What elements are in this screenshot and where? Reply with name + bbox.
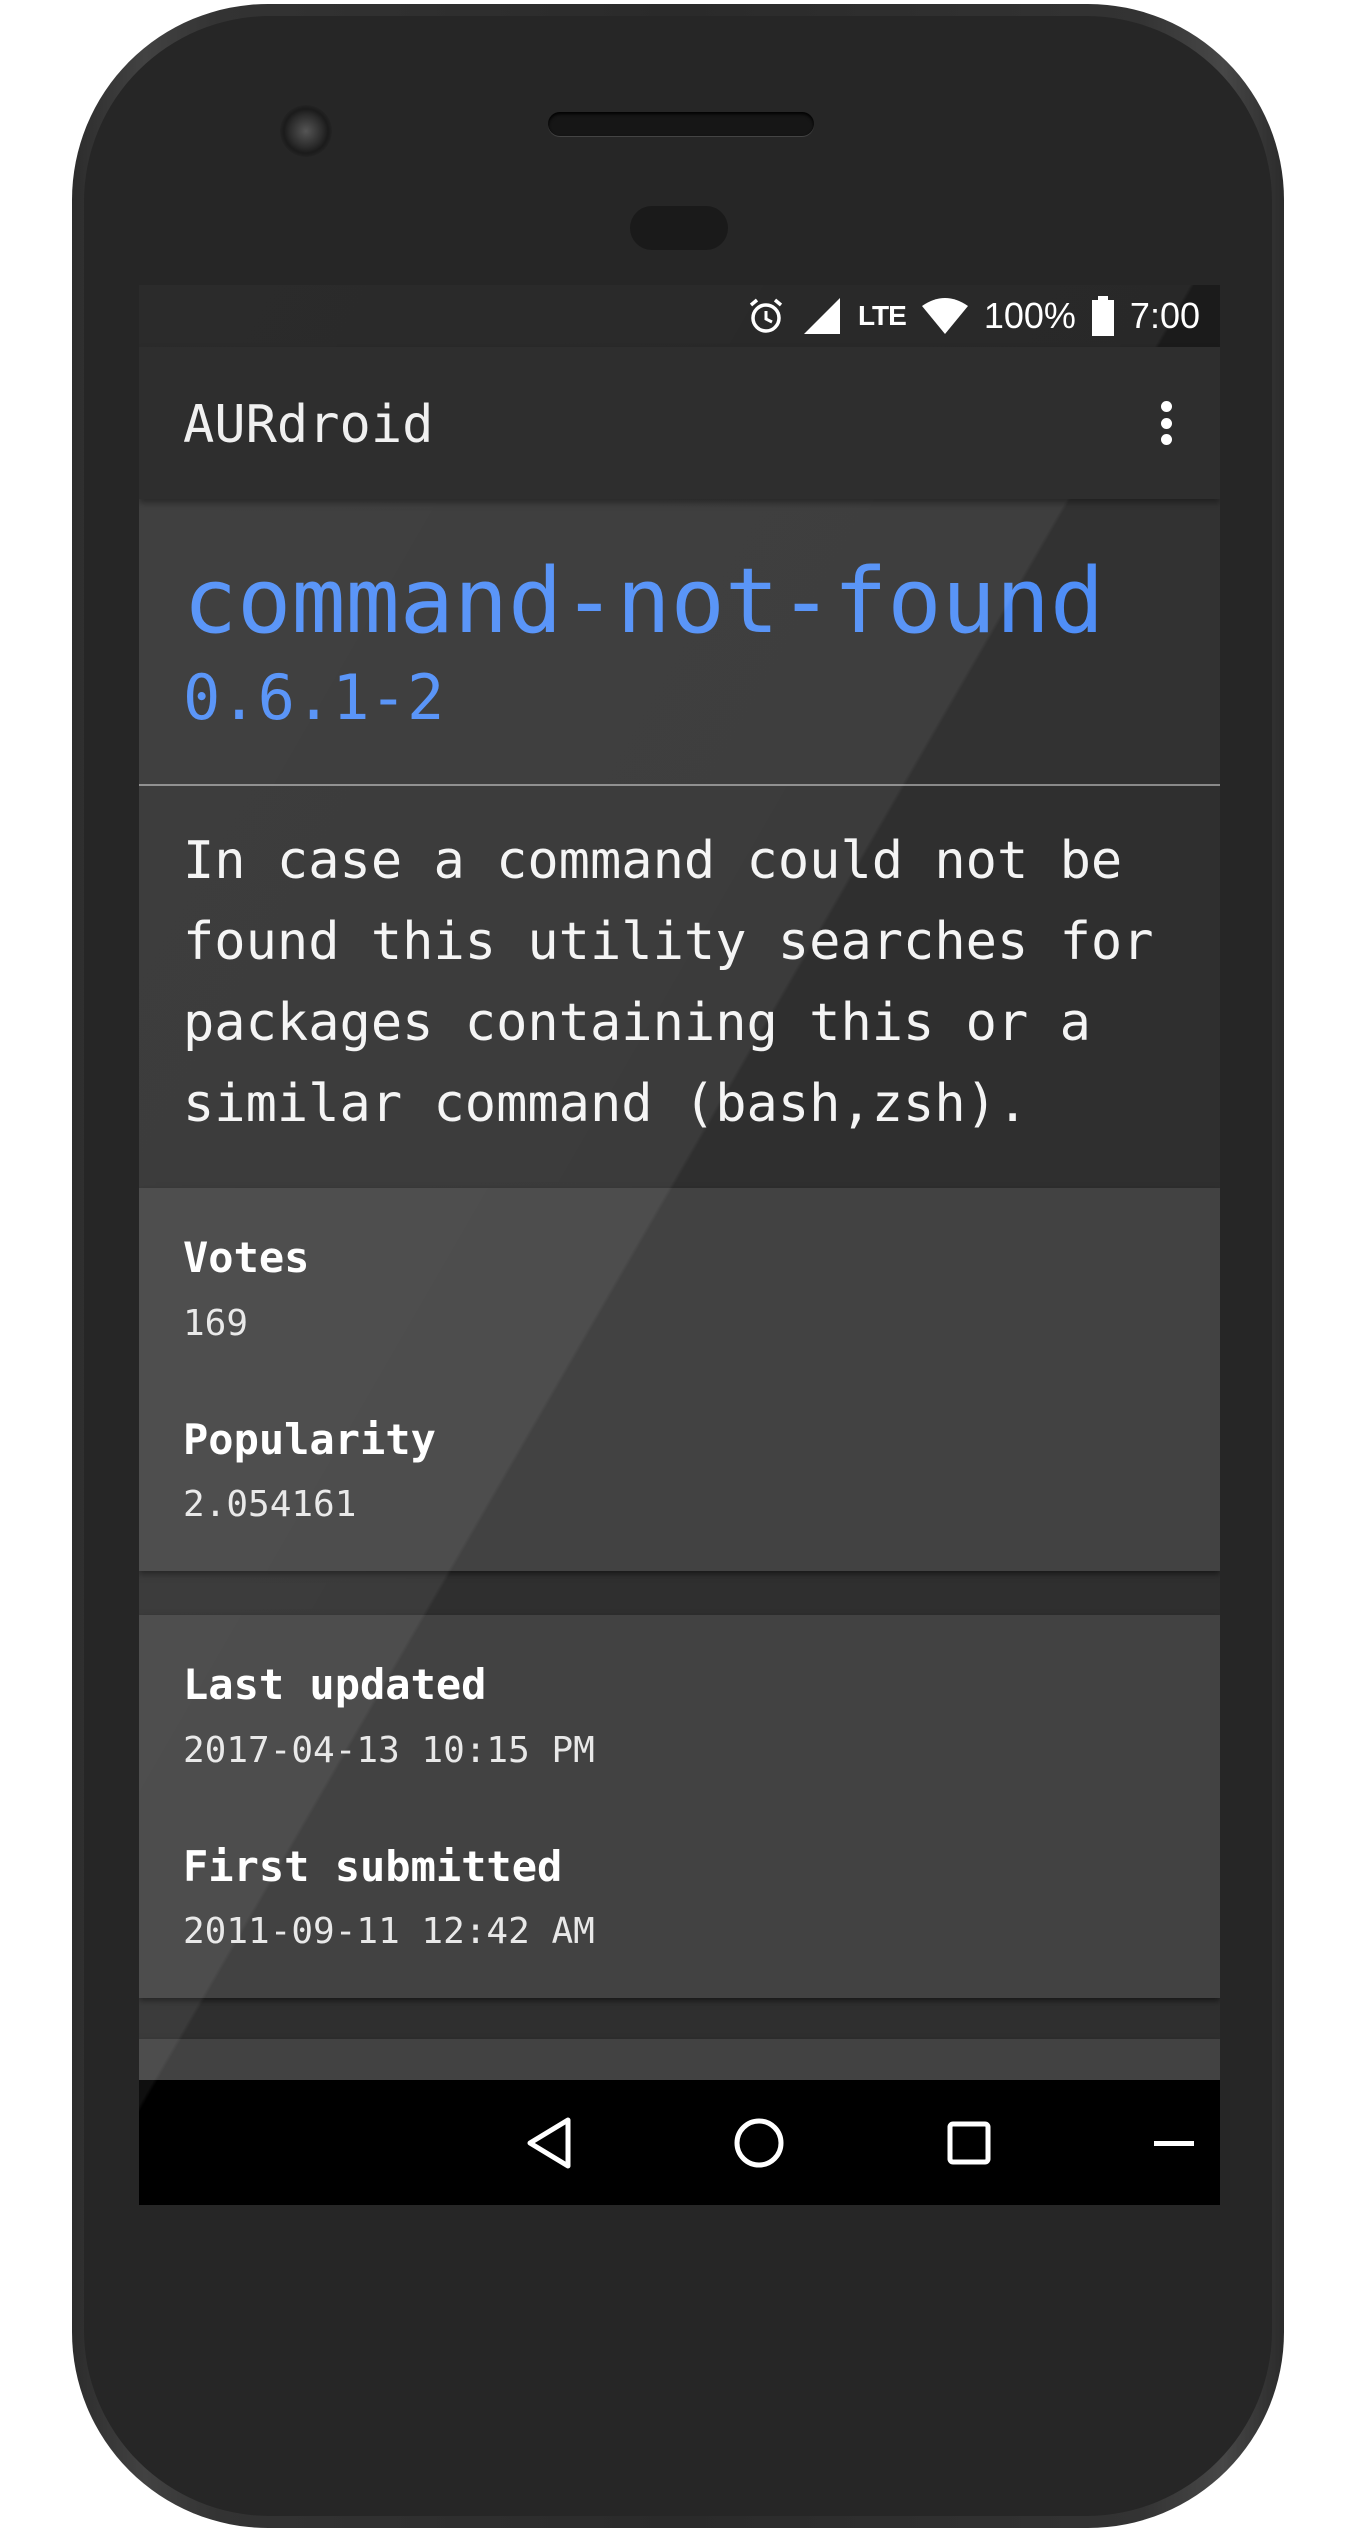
votes-label: Votes — [183, 1233, 310, 1282]
proximity-sensor — [630, 206, 728, 250]
dates-card: Last updated 2017-04-13 10:15 PM First s… — [139, 1615, 1220, 1998]
description-line: found this utility searches for — [183, 912, 1154, 972]
package-name: command-not-found — [183, 549, 1105, 654]
earpiece-speaker — [548, 112, 814, 136]
app-title: AURdroid — [183, 395, 434, 455]
screen: LTE 100% 7:00 AURdroid command-not-found… — [139, 285, 1220, 2205]
front-camera — [280, 105, 332, 157]
package-header: command-not-found 0.6.1-2 — [139, 499, 1220, 784]
votes-value: 169 — [183, 1303, 249, 1344]
popularity-value: 2.054161 — [183, 1484, 357, 1525]
package-description: In case a command could not be found thi… — [183, 821, 1193, 1145]
first-submitted-value: 2011-09-11 12:42 AM — [183, 1911, 595, 1952]
clock: 7:00 — [1129, 295, 1200, 336]
app-bar: AURdroid — [139, 347, 1220, 499]
cell-signal-icon — [802, 296, 842, 336]
network-type: LTE — [858, 300, 907, 331]
menu-dot — [1160, 417, 1172, 429]
back-icon[interactable] — [489, 2080, 609, 2205]
keyboard-hide-icon[interactable] — [1134, 2080, 1214, 2205]
description-line: packages containing this or a — [183, 993, 1091, 1053]
battery-icon — [1091, 296, 1114, 336]
last-updated-label: Last updated — [183, 1660, 487, 1709]
description-line: In case a command could not be — [183, 831, 1123, 891]
menu-dot — [1160, 434, 1172, 445]
battery-percent: 100% — [983, 295, 1076, 336]
last-updated-value: 2017-04-13 10:15 PM — [183, 1730, 595, 1771]
menu-dot — [1160, 401, 1172, 412]
popularity-label: Popularity — [183, 1415, 436, 1464]
description-line: similar command (bash,zsh). — [183, 1074, 1029, 1134]
home-icon[interactable] — [699, 2080, 819, 2205]
wifi-icon — [921, 298, 968, 334]
first-submitted-label: First submitted — [183, 1842, 563, 1891]
stats-card: Votes 169 Popularity 2.054161 — [139, 1188, 1220, 1571]
alarm-icon — [746, 296, 786, 336]
more-vert-icon[interactable] — [1146, 393, 1186, 453]
status-bar: LTE 100% 7:00 — [139, 285, 1220, 347]
recents-icon[interactable] — [909, 2080, 1029, 2205]
package-version: 0.6.1-2 — [183, 661, 445, 734]
divider — [139, 784, 1220, 786]
navigation-bar — [139, 2080, 1220, 2205]
